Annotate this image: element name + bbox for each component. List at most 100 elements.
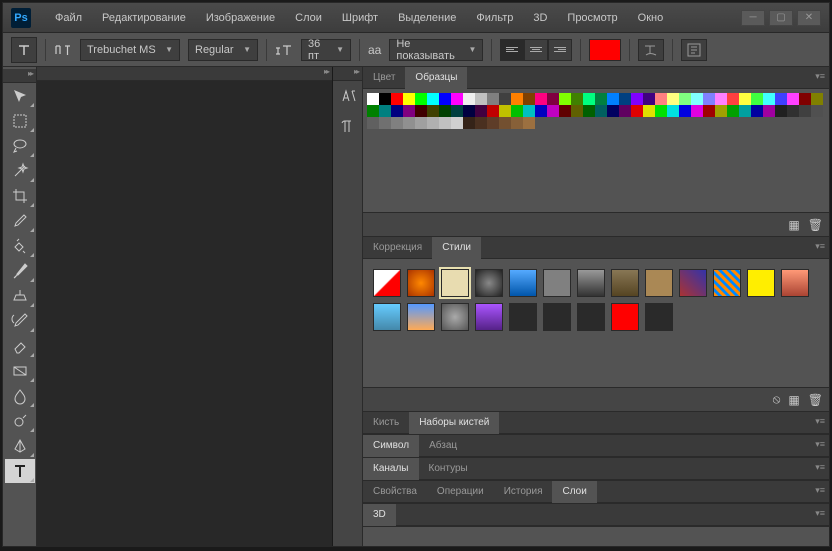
color-swatch[interactable]	[775, 93, 787, 105]
color-swatch[interactable]	[427, 105, 439, 117]
color-swatch[interactable]	[595, 105, 607, 117]
menu-Изображение[interactable]: Изображение	[198, 8, 283, 28]
toolbox-collapse-strip[interactable]	[3, 69, 36, 83]
style-preset[interactable]	[611, 269, 639, 297]
font-size-dropdown[interactable]: 36 пт ▼	[301, 39, 351, 61]
panel-menu-icon[interactable]: ▾≡	[815, 462, 825, 473]
color-swatch[interactable]	[739, 93, 751, 105]
color-swatch[interactable]	[667, 93, 679, 105]
tab-styles[interactable]: Стили	[432, 237, 481, 259]
color-swatch[interactable]	[715, 93, 727, 105]
panel-menu-icon[interactable]: ▾≡	[815, 71, 825, 82]
color-swatch[interactable]	[391, 105, 403, 117]
style-preset[interactable]	[407, 303, 435, 331]
tab-adjustments[interactable]: Коррекция	[363, 237, 432, 259]
color-swatch[interactable]	[799, 105, 811, 117]
maximize-button[interactable]: ▢	[769, 10, 793, 26]
color-swatch[interactable]	[583, 105, 595, 117]
color-swatch[interactable]	[619, 105, 631, 117]
color-swatch[interactable]	[367, 105, 379, 117]
eyedropper-tool[interactable]	[5, 209, 35, 233]
color-swatch[interactable]	[487, 93, 499, 105]
style-preset[interactable]	[373, 269, 401, 297]
color-swatch[interactable]	[475, 93, 487, 105]
color-swatch[interactable]	[691, 93, 703, 105]
delete-style-icon[interactable]: 🗑	[808, 393, 823, 407]
magic-wand-tool[interactable]	[5, 159, 35, 183]
color-swatch[interactable]	[727, 105, 739, 117]
lasso-tool[interactable]	[5, 134, 35, 158]
color-swatch[interactable]	[763, 93, 775, 105]
style-preset[interactable]	[679, 269, 707, 297]
panel-menu-icon[interactable]: ▾≡	[815, 439, 825, 450]
menu-Шрифт[interactable]: Шрифт	[334, 8, 386, 28]
style-preset[interactable]	[509, 269, 537, 297]
menu-3D[interactable]: 3D	[525, 8, 555, 28]
color-swatch[interactable]	[703, 105, 715, 117]
color-swatch[interactable]	[427, 93, 439, 105]
color-swatch[interactable]	[811, 93, 823, 105]
color-swatch[interactable]	[415, 105, 427, 117]
color-swatch[interactable]	[811, 105, 823, 117]
color-swatch[interactable]	[391, 117, 403, 129]
tab-actions[interactable]: Операции	[427, 481, 494, 503]
color-swatch[interactable]	[571, 93, 583, 105]
color-swatch[interactable]	[463, 105, 475, 117]
marquee-tool[interactable]	[5, 109, 35, 133]
color-swatch[interactable]	[451, 93, 463, 105]
style-preset[interactable]	[713, 269, 741, 297]
menu-Редактирование[interactable]: Редактирование	[94, 8, 194, 28]
paragraph-dock-icon[interactable]	[335, 113, 361, 139]
color-swatch[interactable]	[511, 117, 523, 129]
menu-Просмотр[interactable]: Просмотр	[559, 8, 625, 28]
dodge-tool[interactable]	[5, 409, 35, 433]
tab-swatches[interactable]: Образцы	[405, 67, 467, 89]
color-swatch[interactable]	[367, 93, 379, 105]
color-swatch[interactable]	[559, 93, 571, 105]
tab-paragraph[interactable]: Абзац	[419, 435, 467, 457]
panel-menu-icon[interactable]: ▾≡	[815, 508, 825, 519]
menu-Файл[interactable]: Файл	[47, 8, 90, 28]
color-swatch[interactable]	[499, 117, 511, 129]
color-swatch[interactable]	[523, 93, 535, 105]
color-swatch[interactable]	[583, 93, 595, 105]
style-preset[interactable]	[373, 303, 401, 331]
brush-tool[interactable]	[5, 259, 35, 283]
color-swatch[interactable]	[739, 105, 751, 117]
color-swatch[interactable]	[415, 93, 427, 105]
color-swatch[interactable]	[415, 117, 427, 129]
gradient-tool[interactable]	[5, 359, 35, 383]
color-swatch[interactable]	[619, 93, 631, 105]
style-preset[interactable]	[407, 269, 435, 297]
crop-tool[interactable]	[5, 184, 35, 208]
color-swatch[interactable]	[403, 117, 415, 129]
color-swatch[interactable]	[571, 105, 583, 117]
color-swatch[interactable]	[655, 93, 667, 105]
color-swatch[interactable]	[751, 93, 763, 105]
color-swatch[interactable]	[535, 105, 547, 117]
menu-Фильтр[interactable]: Фильтр	[468, 8, 521, 28]
color-swatch[interactable]	[403, 93, 415, 105]
warp-text-button[interactable]	[638, 39, 664, 61]
clear-style-icon[interactable]: ⦸	[773, 392, 781, 407]
color-swatch[interactable]	[631, 93, 643, 105]
color-swatch[interactable]	[703, 93, 715, 105]
style-preset[interactable]	[645, 303, 673, 331]
color-swatch[interactable]	[535, 93, 547, 105]
close-button[interactable]: ✕	[797, 10, 821, 26]
color-swatch[interactable]	[463, 117, 475, 129]
tab-history[interactable]: История	[494, 481, 553, 503]
move-tool[interactable]	[5, 84, 35, 108]
style-preset[interactable]	[781, 269, 809, 297]
text-color-swatch[interactable]	[589, 39, 621, 61]
antialias-dropdown[interactable]: Не показывать ▼	[389, 39, 483, 61]
color-swatch[interactable]	[559, 105, 571, 117]
font-family-dropdown[interactable]: Trebuchet MS ▼	[80, 39, 180, 61]
color-swatch[interactable]	[523, 105, 535, 117]
color-swatch[interactable]	[451, 105, 463, 117]
color-swatch[interactable]	[403, 105, 415, 117]
color-swatch[interactable]	[667, 105, 679, 117]
color-swatch[interactable]	[679, 93, 691, 105]
color-swatch[interactable]	[715, 105, 727, 117]
blur-tool[interactable]	[5, 384, 35, 408]
